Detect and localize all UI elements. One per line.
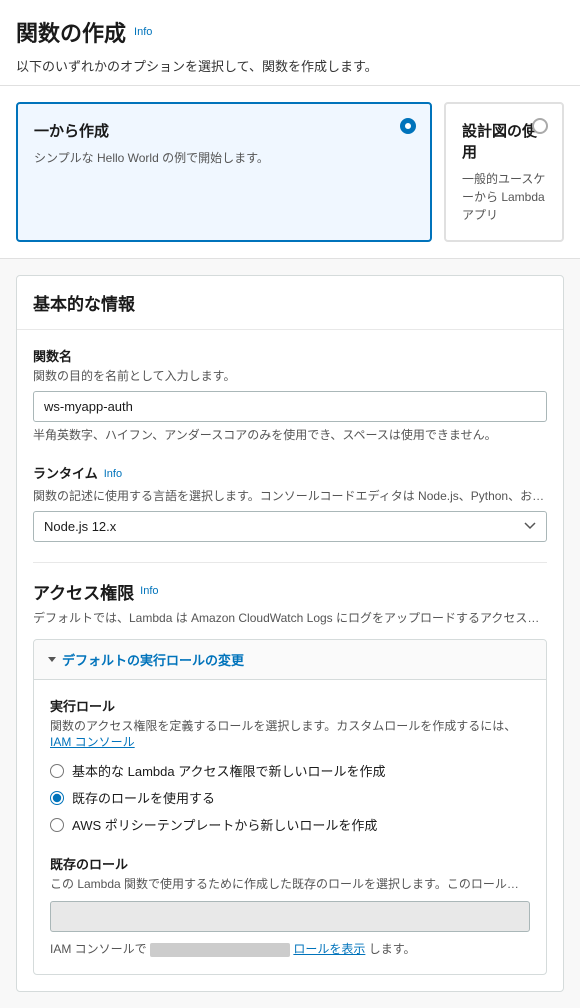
- runtime-label-row: ランタイム Info: [33, 463, 547, 485]
- execution-role-hint: 関数のアクセス権限を定義するロールを選択します。カスタムロールを作成するには、 …: [50, 718, 530, 752]
- page-header: 関数の作成 Info 以下のいずれかのオプションを選択して、関数を作成します。 …: [0, 0, 580, 259]
- existing-role-hint: この Lambda 関数で使用するために作成した既存のロールを選択します。このロ…: [50, 876, 530, 893]
- execution-role-label: 実行ロール: [50, 696, 530, 715]
- role-radio-group: 基本的な Lambda アクセス権限で新しいロールを作成 既存のロールを使用する…: [50, 761, 530, 834]
- radio-input-policy-template[interactable]: [50, 818, 64, 832]
- option-from-scratch-title: 一から作成: [34, 120, 414, 141]
- radio-label-existing-role: 既存のロールを使用する: [72, 788, 215, 807]
- function-name-hint: 関数の目的を名前として入力します。: [33, 368, 547, 385]
- runtime-info-badge[interactable]: Info: [104, 468, 122, 480]
- option-from-scratch-radio: [400, 118, 416, 134]
- existing-role-label: 既存のロール: [50, 854, 530, 873]
- existing-role-section: 既存のロール この Lambda 関数で使用するために作成した既存のロールを選択…: [50, 854, 530, 958]
- collapse-triangle-icon: [48, 657, 56, 662]
- option-blueprint[interactable]: 設計図の使用 一般的ユースケーから Lambda アプリ: [444, 102, 564, 242]
- basic-info-section: 基本的な情報 関数名 関数の目的を名前として入力します。 半角英数字、ハイフン、…: [16, 275, 564, 992]
- existing-role-select-wrapper: [50, 901, 530, 932]
- page-title-info-badge[interactable]: Info: [134, 26, 152, 38]
- radio-option-existing-role[interactable]: 既存のロールを使用する: [50, 788, 530, 807]
- existing-role-input[interactable]: [50, 901, 530, 932]
- option-blueprint-desc: 一般的ユースケーから Lambda アプリ: [462, 170, 546, 224]
- iam-console-bottom-text: IAM コンソールで ロールを表示 します。: [50, 940, 530, 958]
- iam-console-hint-link[interactable]: IAM コンソール: [50, 735, 135, 749]
- option-blueprint-radio: [532, 118, 548, 134]
- function-name-label: 関数名: [33, 346, 547, 365]
- radio-label-new-basic: 基本的な Lambda アクセス権限で新しいロールを作成: [72, 761, 386, 780]
- execution-role-field-group: 実行ロール 関数のアクセス権限を定義するロールを選択します。カスタムロールを作成…: [50, 696, 530, 835]
- access-hint: デフォルトでは、Lambda は Amazon CloudWatch Logs …: [33, 609, 547, 627]
- access-title-row: アクセス権限 Info: [33, 579, 547, 604]
- collapsible-header[interactable]: デフォルトの実行ロールの変更: [34, 640, 546, 680]
- execution-role-collapsible: デフォルトの実行ロールの変更 実行ロール 関数のアクセス権限を定義するロールを選…: [33, 639, 547, 975]
- basic-info-header: 基本的な情報: [17, 276, 563, 330]
- function-name-group: 関数名 関数の目的を名前として入力します。 半角英数字、ハイフン、アンダースコア…: [33, 346, 547, 443]
- option-from-scratch-desc: シンプルな Hello World の例で開始します。: [34, 149, 414, 167]
- collapsible-body: 実行ロール 関数のアクセス権限を定義するロールを選択します。カスタムロールを作成…: [34, 680, 546, 974]
- basic-info-body: 関数名 関数の目的を名前として入力します。 半角英数字、ハイフン、アンダースコア…: [17, 330, 563, 991]
- radio-input-existing-role[interactable]: [50, 791, 64, 805]
- access-section-title: アクセス権限: [33, 579, 134, 604]
- page-subtitle: 以下のいずれかのオプションを選択して、関数を作成します。: [16, 56, 564, 75]
- runtime-hint: 関数の記述に使用する言語を選択します。コンソールコードエディタは Node.js…: [33, 488, 547, 505]
- option-from-scratch[interactable]: 一から作成 シンプルな Hello World の例で開始します。: [16, 102, 432, 242]
- runtime-select[interactable]: Node.js 12.x Node.js 14.x Python 3.9 Pyt…: [33, 511, 547, 542]
- access-info-badge[interactable]: Info: [140, 585, 158, 597]
- role-view-link[interactable]: ロールを表示: [293, 942, 365, 956]
- function-name-input[interactable]: [33, 391, 547, 422]
- role-name-blurred: [150, 943, 290, 957]
- page-title-row: 関数の作成 Info: [16, 16, 564, 48]
- radio-input-new-basic[interactable]: [50, 764, 64, 778]
- radio-label-policy-template: AWS ポリシーテンプレートから新しいロールを作成: [72, 815, 377, 834]
- radio-option-new-basic[interactable]: 基本的な Lambda アクセス権限で新しいロールを作成: [50, 761, 530, 780]
- page-title: 関数の作成: [16, 16, 126, 48]
- runtime-label: ランタイム: [33, 463, 98, 482]
- collapsible-title: デフォルトの実行ロールの変更: [62, 650, 244, 669]
- function-name-constraint: 半角英数字、ハイフン、アンダースコアのみを使用でき、スペースは使用できません。: [33, 426, 547, 443]
- access-permissions-group: アクセス権限 Info デフォルトでは、Lambda は Amazon Clou…: [33, 579, 547, 975]
- radio-option-policy-template[interactable]: AWS ポリシーテンプレートから新しいロールを作成: [50, 815, 530, 834]
- creation-options: 一から作成 シンプルな Hello World の例で開始します。 設計図の使用…: [0, 86, 580, 259]
- runtime-group: ランタイム Info 関数の記述に使用する言語を選択します。コンソールコードエデ…: [33, 463, 547, 542]
- basic-info-title: 基本的な情報: [33, 290, 547, 315]
- divider: [33, 562, 547, 563]
